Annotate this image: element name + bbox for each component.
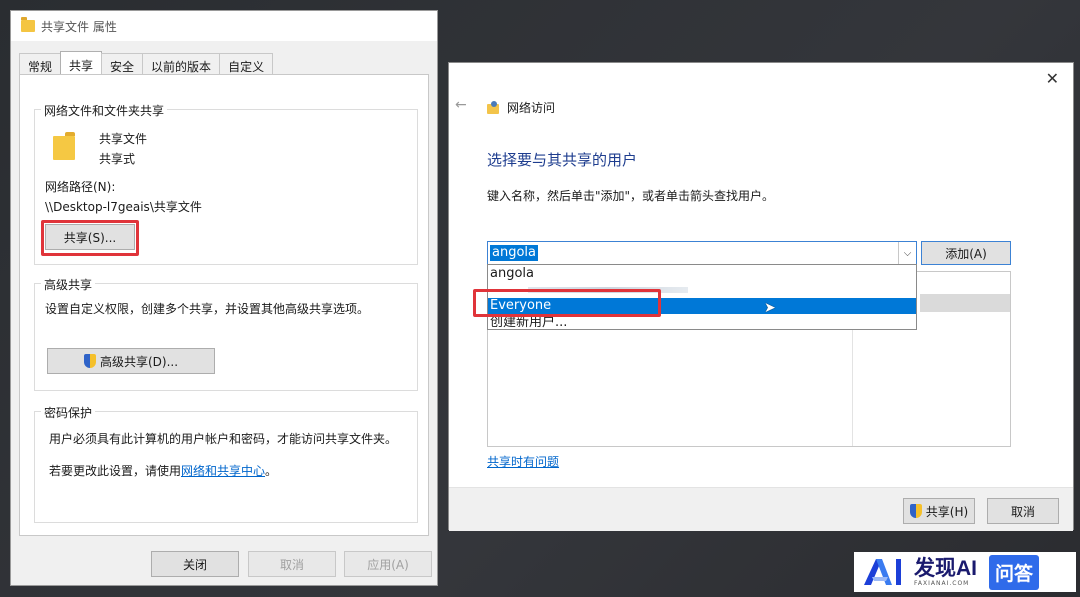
mouse-cursor-icon: ➤ [764,300,776,316]
dropdown-item-angola[interactable]: angola [490,266,534,282]
dropdown-item-create-user[interactable]: 创建新用户... [490,315,567,331]
chevron-down-icon[interactable]: ⌵ [898,242,916,264]
dialog-instruction: 键入名称，然后单击"添加"，或者单击箭头查找用户。 [487,189,775,203]
user-name-combobox[interactable]: angola ⌵ [487,241,917,265]
folder-icon [21,17,35,32]
add-button[interactable]: 添加(A) [921,241,1011,265]
network-path-label: 网络路径(N): [45,180,116,194]
dialog-heading: 选择要与其共享的用户 [487,151,638,169]
watermark-subtitle: FAXIANAI.COM [914,579,970,587]
advanced-sharing-group-title: 高级共享 [41,276,96,293]
red-annotation-box [473,289,661,317]
dialog-footer: 共享(H) 取消 [449,487,1073,531]
combobox-value: angola [490,245,538,261]
password-hint-suffix: 。 [265,464,278,478]
properties-window: 共享文件 属性 常规 共享 安全 以前的版本 自定义 网络文件和文件夹共享 共享… [10,10,438,586]
red-annotation-box [41,220,139,256]
advanced-sharing-button-label: 高级共享(D)... [99,354,179,369]
sharing-problems-link[interactable]: 共享时有问题 [487,453,559,470]
advanced-sharing-group: 高级共享 设置自定义权限，创建多个共享，并设置其他高级共享选项。 高级共享(D)… [34,276,418,391]
watermark-text: 发现AI FAXIANAI.COM [914,558,977,587]
watermark: 发现AI FAXIANAI.COM 问答 [854,552,1076,592]
dialog-cancel-button[interactable]: 取消 [987,498,1059,524]
password-hint-prefix: 若要更改此设置，请使用 [49,464,182,478]
tab-sharing[interactable]: 共享 [60,51,103,75]
advanced-sharing-button[interactable]: 高级共享(D)... [47,348,215,374]
password-protection-group-title: 密码保护 [41,404,96,421]
watermark-badge: 问答 [989,554,1040,590]
dialog-header: 网络访问 [487,99,555,116]
advanced-sharing-description: 设置自定义权限，创建多个共享，并设置其他高级共享选项。 [45,302,370,316]
network-path-value: \\Desktop-l7geais\共享文件 [45,200,202,214]
list-row-highlight [920,294,1010,312]
sharing-tab-panel: 网络文件和文件夹共享 共享文件 共享式 网络路径(N): \\Desktop-l… [19,74,429,536]
dialog-header-title: 网络访问 [507,101,556,115]
tab-general[interactable]: 常规 [19,53,62,75]
watermark-brand: 发现AI [914,556,977,580]
network-share-group: 网络文件和文件夹共享 共享文件 共享式 网络路径(N): \\Desktop-l… [34,102,418,265]
share-confirm-label: 共享(H) [925,504,969,519]
shared-folder-name: 共享文件 [99,132,148,146]
back-arrow-icon[interactable]: ← [455,97,467,113]
share-confirm-button[interactable]: 共享(H) [903,498,975,524]
cancel-button[interactable]: 取消 [248,551,336,577]
tab-customize[interactable]: 自定义 [219,53,274,75]
network-users-icon [487,100,501,115]
uac-shield-icon [83,354,96,368]
password-change-hint: 若要更改此设置，请使用网络和共享中心。 [49,462,277,479]
network-access-dialog: ✕ ← 网络访问 选择要与其共享的用户 键入名称，然后单击"添加"，或者单击箭头… [448,62,1074,531]
network-share-group-title: 网络文件和文件夹共享 [41,102,168,119]
shared-folder-status: 共享式 [99,152,136,166]
password-protection-group: 密码保护 用户必须具有此计算机的用户帐户和密码，才能访问共享文件夹。 若要更改此… [34,404,418,523]
tab-strip: 常规 共享 安全 以前的版本 自定义 [19,51,274,75]
tab-security[interactable]: 安全 [101,53,144,75]
network-sharing-center-link[interactable]: 网络和共享中心 [181,464,265,478]
close-button[interactable]: 关闭 [151,551,239,577]
close-icon[interactable]: ✕ [1046,69,1059,88]
brand-logo-icon [862,557,906,587]
uac-shield-icon [909,504,922,518]
apply-button[interactable]: 应用(A) [344,551,432,577]
tab-previous-versions[interactable]: 以前的版本 [142,53,221,75]
password-description: 用户必须具有此计算机的用户帐户和密码，才能访问共享文件夹。 [49,432,398,446]
properties-title-bar: 共享文件 属性 [11,11,437,41]
shared-folder-icon [53,132,75,160]
properties-title: 共享文件 属性 [41,19,117,34]
